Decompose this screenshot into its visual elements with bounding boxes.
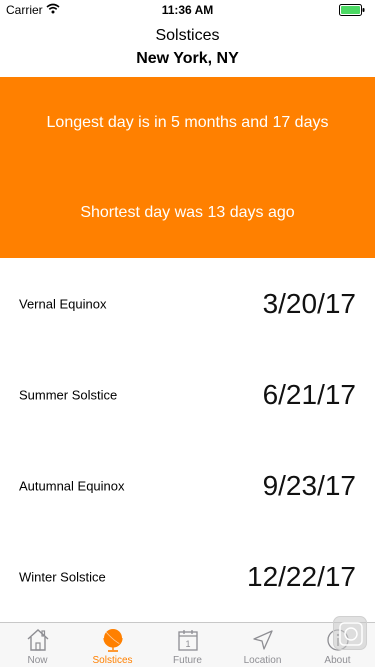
tab-future[interactable]: 1 Future [150, 623, 225, 667]
tab-solstices[interactable]: Solstices [75, 623, 150, 667]
page-title: Solstices [155, 27, 220, 44]
list-item: Summer Solstice 6/21/17 [0, 349, 375, 440]
list-item: Vernal Equinox 3/20/17 [0, 258, 375, 349]
status-bar: Carrier 11:36 AM [0, 0, 375, 20]
location-arrow-icon [250, 627, 276, 653]
event-date: 9/23/17 [262, 469, 356, 501]
battery-icon [339, 4, 365, 16]
shortest-day-text: Shortest day was 13 days ago [80, 204, 295, 221]
event-name: Vernal Equinox [19, 296, 107, 311]
tab-label: Future [173, 655, 202, 666]
event-name: Summer Solstice [19, 387, 118, 402]
event-name: Autumnal Equinox [19, 478, 125, 493]
clock: 11:36 AM [161, 3, 214, 17]
event-name: Winter Solstice [19, 569, 106, 584]
tab-now[interactable]: Now [0, 623, 75, 667]
list-item: Autumnal Equinox 9/23/17 [0, 440, 375, 531]
globe-icon [100, 627, 126, 653]
tab-label: About [324, 655, 351, 666]
list-item: Winter Solstice 12/22/17 [0, 531, 375, 622]
event-date: 6/21/17 [262, 378, 356, 410]
calendar-icon: 1 [175, 627, 201, 653]
location-name: New York, NY [136, 50, 239, 67]
tab-label: Location [243, 655, 282, 666]
event-date: 3/20/17 [262, 287, 356, 319]
tab-location[interactable]: Location [225, 623, 300, 667]
house-icon [25, 627, 51, 653]
calendar-icon-day: 1 [185, 639, 190, 649]
day-length-banner: Longest day is in 5 months and 17 days S… [0, 77, 375, 258]
tab-bar: Now Solstices 1 Future Location About [0, 622, 375, 667]
tab-label: Solstices [92, 655, 133, 666]
app-overlay-badge [333, 616, 367, 650]
event-date: 12/22/17 [247, 560, 356, 592]
tab-label: Now [27, 655, 48, 666]
longest-day-text: Longest day is in 5 months and 17 days [46, 114, 329, 131]
